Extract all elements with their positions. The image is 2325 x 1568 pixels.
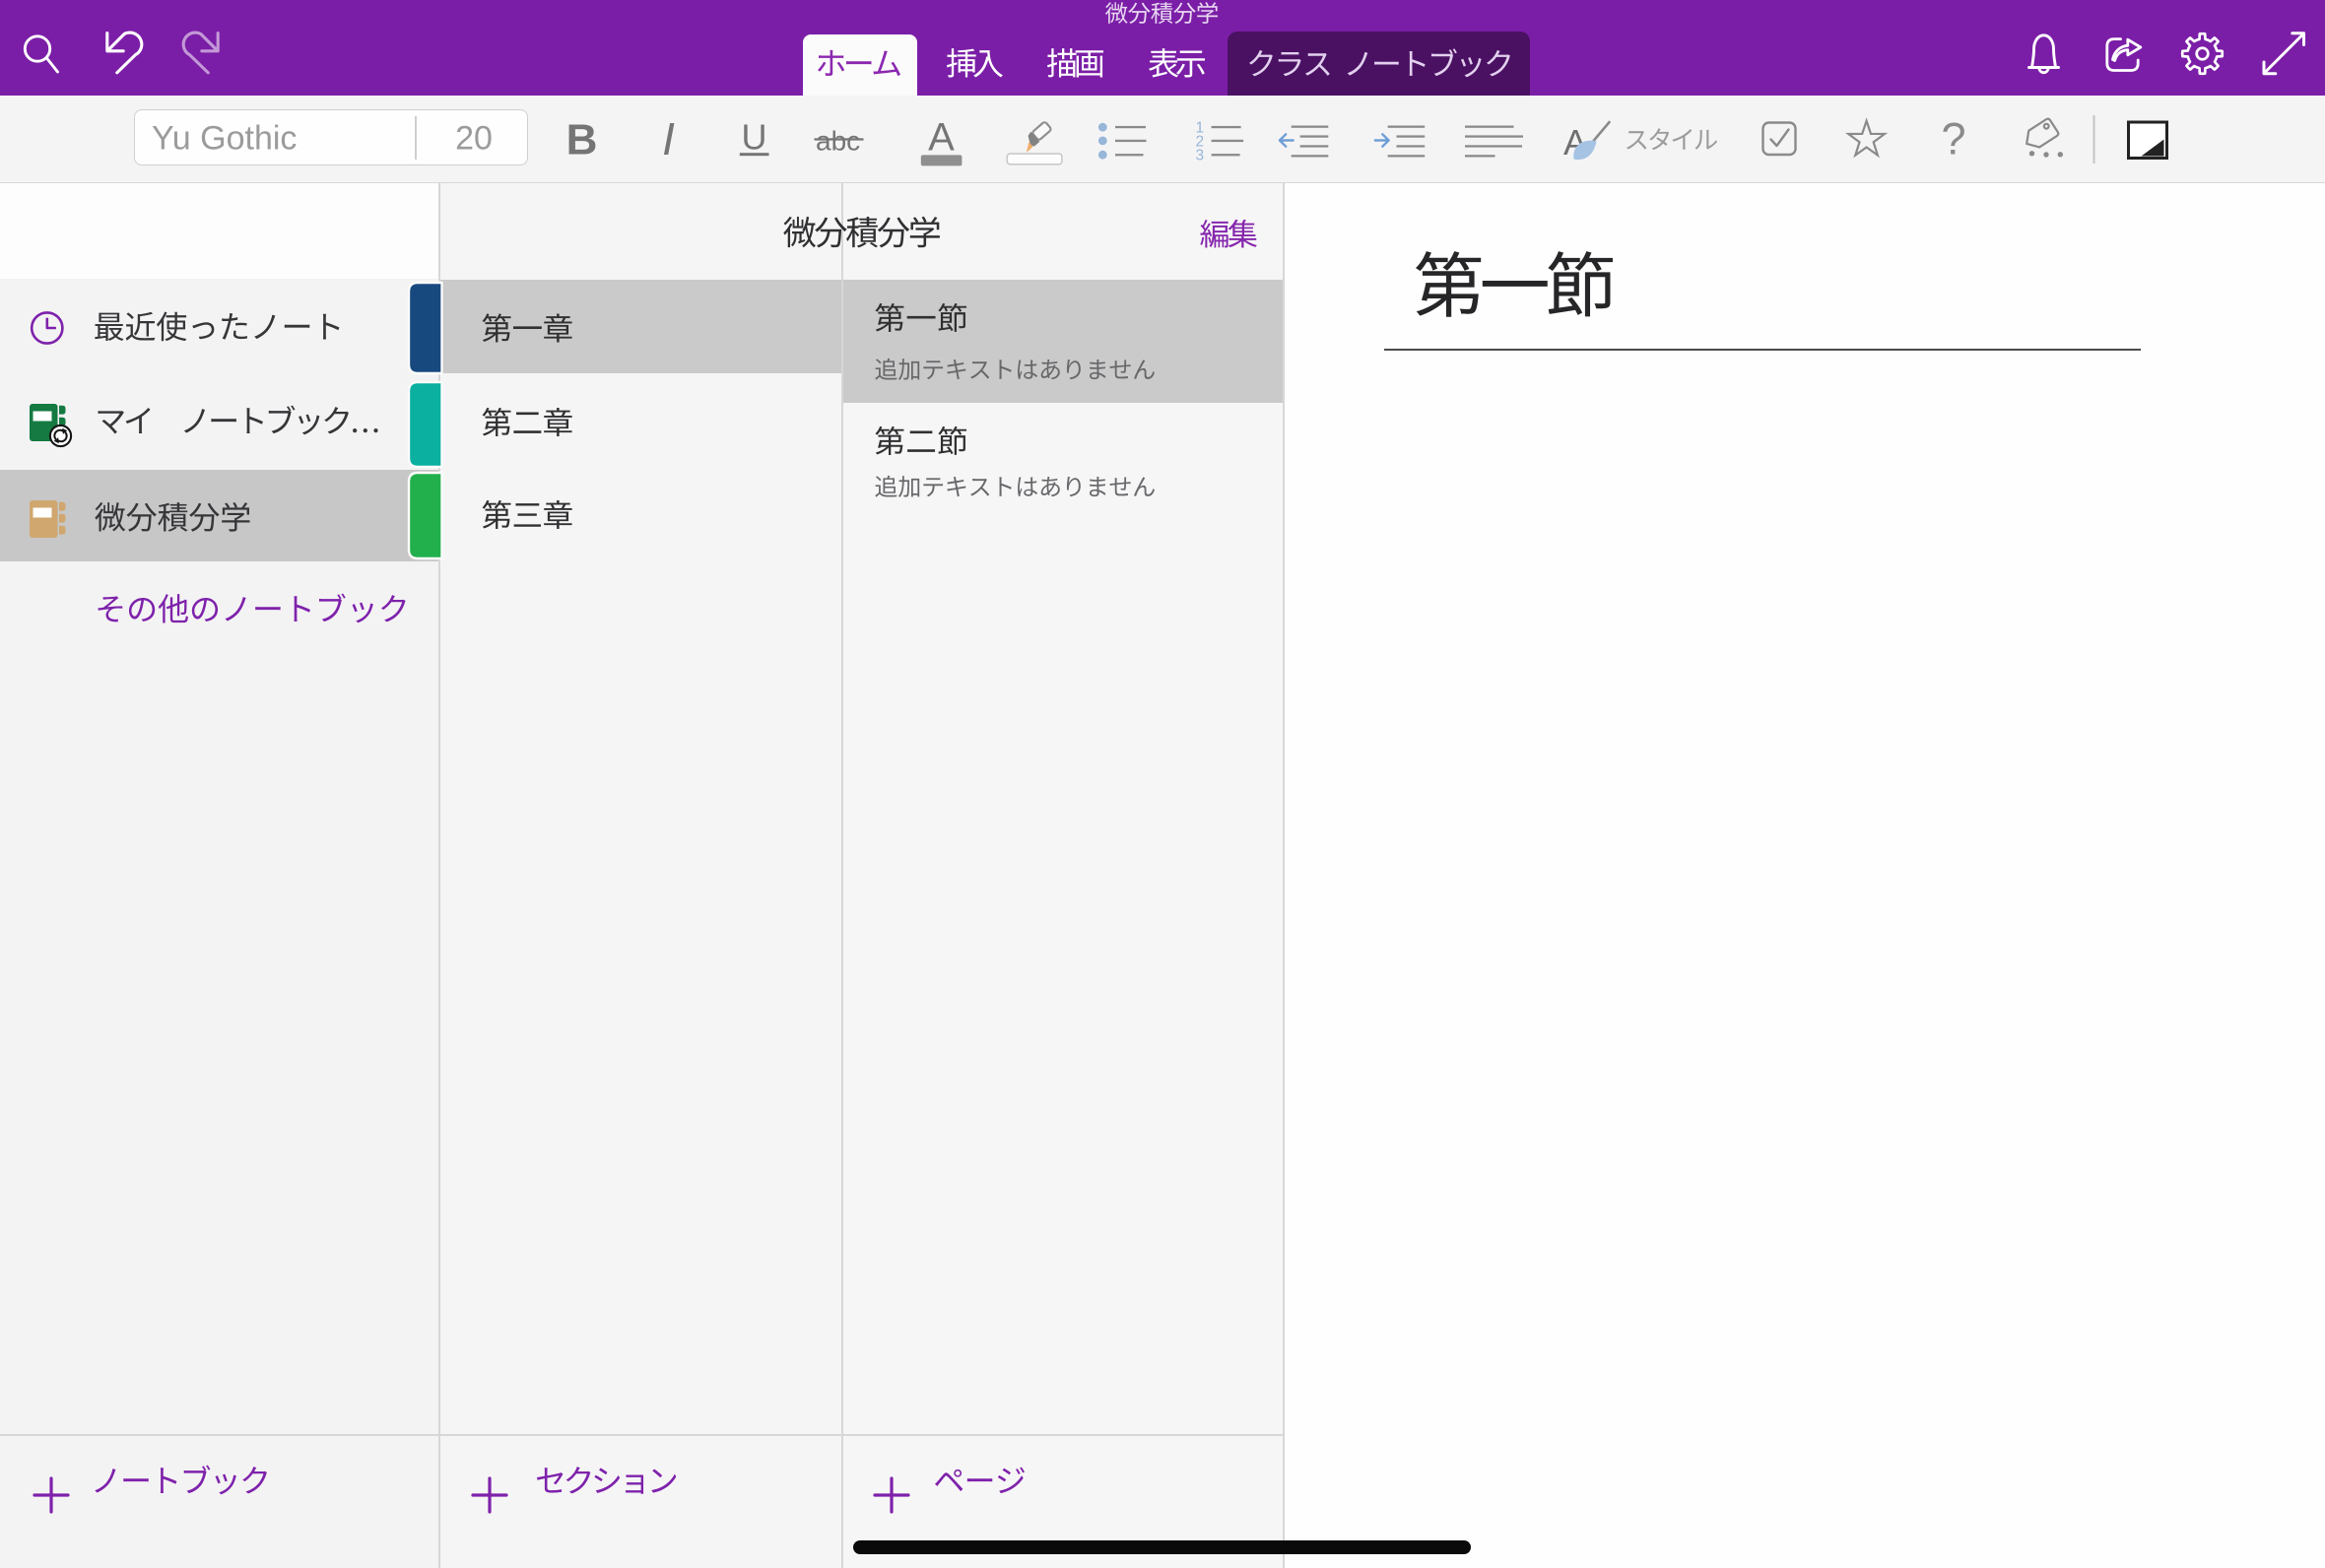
svg-text:A: A	[928, 116, 955, 160]
svg-text:Yu Gothic: Yu Gothic	[152, 120, 297, 158]
svg-text:abc: abc	[816, 126, 860, 157]
svg-text:20: 20	[455, 120, 493, 158]
svg-text:?: ?	[1941, 114, 1965, 164]
svg-text:U: U	[742, 117, 767, 158]
svg-text:3: 3	[1195, 148, 1204, 164]
svg-text:B: B	[566, 115, 598, 163]
svg-text:I: I	[662, 113, 675, 164]
